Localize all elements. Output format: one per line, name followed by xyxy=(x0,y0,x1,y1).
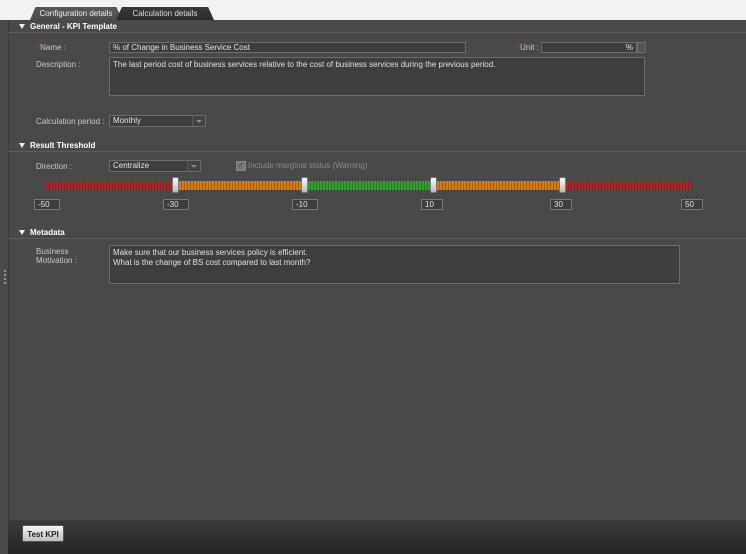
unit-picker-button[interactable] xyxy=(637,42,646,53)
unit-input[interactable]: % xyxy=(541,42,637,53)
footer-bar xyxy=(8,520,746,554)
description-label: Description : xyxy=(36,60,81,69)
business-motivation-label-line2: Motivation : xyxy=(36,256,77,265)
name-input[interactable]: % of Change in Business Service Cost xyxy=(109,42,466,53)
threshold-slider-track[interactable] xyxy=(46,181,692,190)
marginal-status-checkbox[interactable]: ✓ xyxy=(236,161,246,171)
direction-value: Centralize xyxy=(113,161,150,170)
collapse-triangle-icon xyxy=(19,230,25,236)
section-threshold-title: Result Threshold xyxy=(30,141,96,150)
segment-orange-low xyxy=(175,181,304,190)
section-general-title: General - KPI Template xyxy=(30,22,117,31)
tick-input-plus-50[interactable]: 50 xyxy=(681,199,703,210)
chevron-down-icon xyxy=(192,116,205,126)
collapse-triangle-icon xyxy=(19,24,25,30)
calculation-period-label: Calculation period : xyxy=(36,117,105,126)
motivation-line-1: Make sure that our business services pol… xyxy=(113,248,308,257)
direction-select[interactable]: Centralize xyxy=(109,160,201,172)
collapse-triangle-icon xyxy=(19,143,25,149)
motivation-line-2: What is the change of BS cost compared t… xyxy=(113,258,311,267)
threshold-handle-plus-30[interactable] xyxy=(559,177,566,193)
panel-splitter-handle[interactable] xyxy=(4,270,6,288)
threshold-handle-minus-30[interactable] xyxy=(172,177,179,193)
tab-calculation-details[interactable]: Calculation details xyxy=(116,7,214,20)
required-marker: * xyxy=(36,43,40,52)
test-kpi-button[interactable]: Test KPI xyxy=(22,525,64,542)
threshold-handle-plus-10[interactable] xyxy=(430,177,437,193)
tick-input-plus-10[interactable]: 10 xyxy=(421,199,443,210)
segment-green xyxy=(304,181,433,190)
tick-input-minus-50[interactable]: -50 xyxy=(34,199,60,210)
unit-label: *Unit : xyxy=(516,43,539,52)
name-label: *Name : xyxy=(36,43,66,52)
calculation-period-select[interactable]: Monthly xyxy=(109,115,206,127)
section-threshold-header[interactable]: Result Threshold xyxy=(8,140,746,152)
direction-label: Direction : xyxy=(36,162,73,171)
calculation-period-value: Monthly xyxy=(113,116,142,125)
required-marker: * xyxy=(516,43,520,52)
segment-red-high xyxy=(562,181,692,190)
section-metadata-title: Metadata xyxy=(30,228,65,237)
threshold-handle-minus-10[interactable] xyxy=(301,177,308,193)
segment-red-low xyxy=(46,181,175,190)
segment-orange-high xyxy=(433,181,562,190)
tab-configuration-details[interactable]: Configuration details xyxy=(30,7,122,20)
business-motivation-textarea[interactable]: Make sure that our business services pol… xyxy=(109,245,680,284)
section-metadata-header[interactable]: Metadata xyxy=(8,227,746,239)
chevron-down-icon xyxy=(187,161,200,171)
tick-input-minus-10[interactable]: -10 xyxy=(292,199,318,210)
section-general-header[interactable]: General - KPI Template xyxy=(8,21,746,33)
marginal-status-label: Include marginal status (Warning) xyxy=(248,161,368,170)
tick-input-plus-30[interactable]: 30 xyxy=(550,199,572,210)
tick-input-minus-30[interactable]: -30 xyxy=(163,199,189,210)
description-textarea[interactable]: The last period cost of business service… xyxy=(109,57,645,96)
